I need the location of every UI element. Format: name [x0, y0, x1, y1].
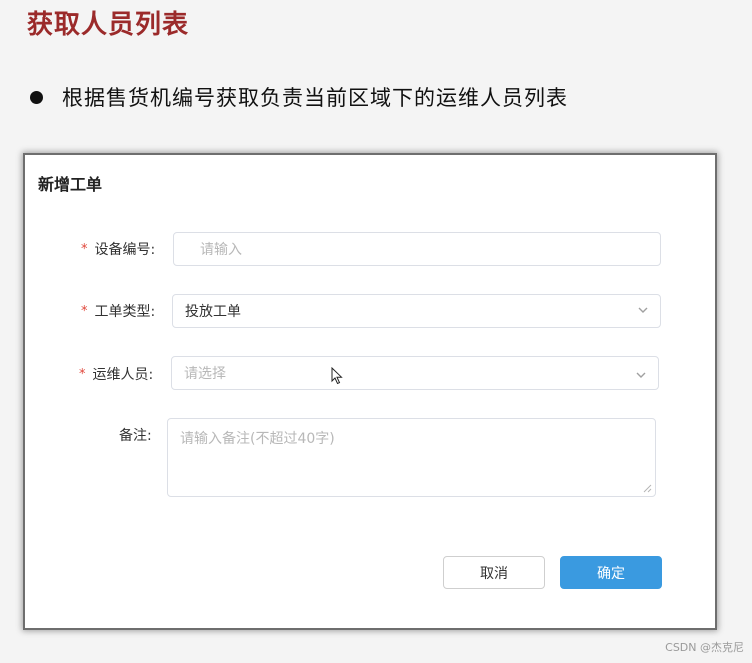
ticket-type-select[interactable]: 投放工单 — [172, 294, 661, 328]
required-mark: * — [79, 366, 86, 382]
device-code-input[interactable]: 请输入 — [173, 232, 661, 266]
remark-label-text: 备注: — [119, 428, 152, 444]
ticket-type-label: * 工单类型: — [81, 301, 155, 321]
watermark: CSDN @杰克尼 — [665, 641, 744, 654]
mouse-cursor-icon — [331, 367, 343, 385]
chevron-down-icon — [636, 372, 646, 378]
device-code-placeholder: 请输入 — [200, 242, 242, 258]
dialog-title: 新增工单 — [38, 175, 103, 194]
bullet-dot — [30, 90, 43, 104]
device-code-label-text: 设备编号: — [94, 242, 156, 258]
bullet-text: 根据售货机编号获取负责当前区域下的运维人员列表 — [62, 86, 568, 110]
required-mark: * — [81, 303, 88, 319]
staff-placeholder: 请选择 — [184, 366, 226, 382]
staff-label: * 运维人员: — [79, 364, 153, 384]
remark-textarea[interactable]: 请输入备注(不超过40字) — [167, 418, 656, 497]
chevron-down-icon — [638, 307, 648, 313]
confirm-button[interactable]: 确定 — [560, 556, 662, 589]
required-mark: * — [81, 241, 88, 257]
staff-label-text: 运维人员: — [92, 367, 154, 383]
cancel-button[interactable]: 取消 — [443, 556, 545, 589]
remark-label: 备注: — [119, 425, 152, 445]
textarea-resize-icon[interactable] — [640, 481, 652, 493]
slide-title: 获取人员列表 — [27, 10, 190, 40]
ticket-type-value: 投放工单 — [185, 304, 241, 320]
device-code-label: * 设备编号: — [81, 239, 155, 259]
bullet-point: 根据售货机编号获取负责当前区域下的运维人员列表 — [30, 82, 568, 112]
ticket-type-label-text: 工单类型: — [94, 304, 156, 320]
remark-placeholder: 请输入备注(不超过40字) — [180, 431, 335, 447]
staff-select[interactable]: 请选择 — [171, 356, 659, 390]
new-ticket-dialog: 新增工单 * 设备编号: 请输入 * 工单类型: 投放工单 * 运维人员: 请选… — [25, 155, 715, 628]
